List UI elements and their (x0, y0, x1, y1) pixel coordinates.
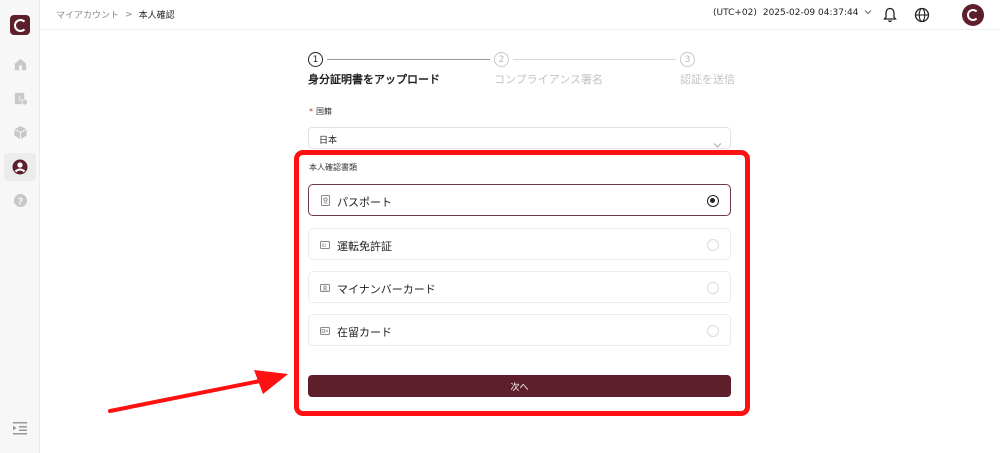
logo-icon[interactable] (10, 15, 30, 35)
id-card-icon: ID (320, 239, 330, 250)
document-option-label: 在留カード (337, 326, 392, 339)
svg-text:ID: ID (322, 243, 327, 249)
document-option-residence-card[interactable]: 在留カード (308, 314, 731, 346)
step-1-label: 身分証明書をアップロード (308, 73, 440, 86)
help-icon[interactable]: ? (11, 191, 29, 209)
next-button[interactable]: 次へ (308, 375, 731, 397)
sidebar: $ ? (0, 0, 40, 453)
top-header: マイアカウント > 本人確認 (UTC+02) 2025-02-09 04:37… (40, 0, 1000, 30)
step-3-indicator: 3 (680, 52, 695, 67)
collapse-menu-icon[interactable] (11, 419, 29, 437)
timezone-label: (UTC+02) (713, 8, 757, 18)
chevron-down-icon (864, 8, 872, 18)
user-icon[interactable] (11, 158, 29, 176)
radio-unselected[interactable] (707, 282, 719, 294)
required-mark: * (309, 107, 313, 116)
breadcrumb-separator: > (125, 9, 133, 20)
document-option-label: パスポート (337, 196, 392, 209)
document-option-passport[interactable]: パスポート (308, 184, 731, 216)
datetime-label: 2025-02-09 04:37:44 (762, 8, 859, 18)
document-option-drivers-license[interactable]: ID 運転免許証 (308, 228, 731, 260)
step-3-label: 認証を送信 (680, 73, 735, 86)
document-option-mynumber-card[interactable]: マイナンバーカード (308, 271, 731, 303)
home-icon[interactable] (11, 55, 29, 73)
radio-unselected[interactable] (707, 239, 719, 251)
avatar[interactable] (962, 4, 984, 26)
chevron-down-icon (713, 134, 722, 153)
timezone-selector[interactable]: (UTC+02) 2025-02-09 04:37:44 (713, 8, 872, 18)
nationality-label-text: 国籍 (316, 107, 332, 116)
step-connector-1 (327, 59, 490, 60)
nationality-label: * 国籍 (309, 106, 332, 117)
step-1-indicator: 1 (308, 52, 323, 67)
document-option-label: 運転免許証 (337, 240, 392, 253)
person-card-icon (320, 282, 330, 293)
breadcrumb-parent[interactable]: マイアカウント (56, 8, 119, 21)
residence-card-icon (320, 325, 330, 336)
annotation-arrow-icon (108, 370, 288, 413)
step-connector-2 (513, 59, 676, 60)
breadcrumb-current: 本人確認 (138, 11, 175, 21)
cube-icon[interactable] (11, 123, 29, 141)
step-2-label: コンプライアンス署名 (494, 73, 604, 86)
nationality-value: 日本 (319, 136, 338, 146)
radio-unselected[interactable] (707, 325, 719, 337)
breadcrumb: マイアカウント > 本人確認 (56, 8, 175, 22)
passport-icon (320, 195, 330, 206)
bell-icon[interactable] (881, 6, 899, 24)
step-2-indicator: 2 (494, 52, 509, 67)
document-option-label: マイナンバーカード (337, 283, 436, 296)
svg-text:$: $ (17, 94, 21, 102)
radio-selected[interactable] (707, 195, 719, 207)
assets-icon[interactable]: $ (11, 89, 29, 107)
svg-text:?: ? (17, 196, 22, 207)
globe-icon[interactable] (913, 6, 931, 24)
nationality-select[interactable]: 日本 (308, 127, 731, 149)
document-type-label: 本人確認書類 (309, 163, 357, 172)
